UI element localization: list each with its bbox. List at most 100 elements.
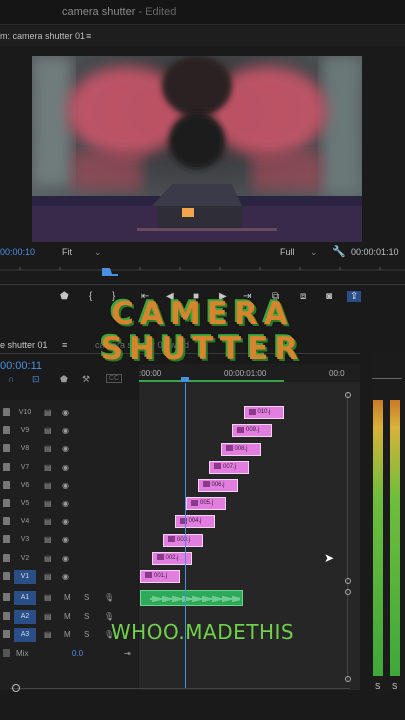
eye-icon[interactable]: ◉ (62, 444, 69, 453)
video-track-header[interactable]: V7 ▤ ◉ (0, 459, 138, 477)
sync-lock-icon[interactable]: ▤ (44, 408, 52, 417)
monitor-controls: 00:00:10 Fit ⌄ Full ⌄ 🔧 00:00:01:10 (0, 244, 405, 260)
solo-left-label[interactable]: S (375, 682, 380, 691)
lock-icon[interactable] (3, 611, 10, 620)
clip-label: 009.j (246, 427, 260, 434)
eye-icon[interactable]: ◉ (62, 499, 69, 508)
lock-icon[interactable] (3, 535, 10, 544)
monitor-time-ruler[interactable] (0, 264, 405, 278)
mix-volume[interactable]: 0.0 (72, 649, 83, 658)
lock-icon[interactable] (3, 426, 10, 435)
track-label[interactable]: V5 (14, 497, 36, 511)
go-to-end-icon[interactable]: ⇥ (124, 649, 131, 658)
track-label[interactable]: V9 (14, 424, 36, 438)
sync-lock-icon[interactable]: ▤ (44, 444, 52, 453)
track-label[interactable]: V2 (14, 552, 36, 566)
lock-icon[interactable] (3, 408, 10, 416)
track-label[interactable]: V1 (14, 569, 36, 584)
linked-selection-icon[interactable]: ⊡ (32, 374, 40, 385)
track-label[interactable]: V6 (14, 479, 36, 493)
video-clip[interactable]: 003.j (163, 533, 203, 547)
sync-lock-icon[interactable]: ▤ (44, 481, 52, 490)
mute-button[interactable]: M (64, 593, 71, 602)
track-label[interactable]: V8 (14, 442, 36, 456)
eye-icon[interactable]: ◉ (62, 535, 69, 544)
lock-icon[interactable] (3, 462, 10, 471)
sync-lock-icon[interactable]: ▤ (44, 572, 52, 581)
lock-icon[interactable] (3, 480, 10, 489)
panel-menu-icon[interactable]: ≡ (86, 31, 91, 41)
video-clip[interactable]: 008.j (220, 442, 261, 456)
eye-icon[interactable]: ◉ (62, 517, 69, 526)
track-label[interactable]: V10 (14, 406, 36, 420)
lock-icon[interactable] (3, 553, 10, 562)
playhead-timecode[interactable]: 00:00:10 (0, 247, 35, 257)
lock-icon[interactable] (3, 649, 10, 657)
sync-lock-icon[interactable]: ▤ (44, 535, 52, 544)
eye-icon[interactable]: ◉ (62, 572, 69, 581)
program-monitor-header: m: camera shutter 01 ≡ (0, 26, 405, 46)
sync-lock-icon[interactable]: ▤ (44, 499, 52, 508)
video-track-header[interactable]: V1 ▤ ◉ (0, 568, 138, 586)
solo-button[interactable]: S (84, 593, 89, 602)
fx-badge-icon (248, 408, 256, 415)
snap-icon[interactable]: ∩ (8, 374, 14, 384)
captions-icon[interactable]: CC (106, 374, 123, 383)
wrench-icon[interactable]: 🔧 (332, 245, 346, 258)
microphone-icon[interactable]: 🎙 (104, 593, 114, 602)
lock-icon[interactable] (3, 593, 10, 601)
timeline-tools: ∩ ⊡ ⬟ ⚒ CC (0, 374, 138, 388)
add-marker-icon[interactable]: ⬟ (60, 374, 68, 385)
zoom-select[interactable]: Fit (62, 247, 72, 257)
timeline-ruler[interactable]: :00:00 00:00:01:00 00:0 (139, 364, 360, 384)
sync-lock-icon[interactable]: ▤ (44, 463, 52, 472)
eye-icon[interactable]: ◉ (62, 463, 69, 472)
program-video-frame[interactable] (32, 56, 362, 242)
playhead-marker (102, 268, 118, 276)
lock-icon[interactable] (3, 571, 10, 580)
video-clip[interactable]: 010.j (243, 406, 284, 420)
audio-track-header[interactable]: A1 ▤ M S 🎙 (0, 589, 138, 607)
video-track-header[interactable]: V10 ▤ ◉ (0, 404, 138, 422)
sync-lock-icon[interactable]: ▤ (44, 517, 52, 526)
track-label[interactable]: A1 (14, 591, 36, 605)
horizontal-scrollbar[interactable] (10, 684, 350, 692)
video-track-header[interactable]: V2 ▤ ◉ (0, 550, 138, 568)
fx-badge-icon (168, 536, 175, 543)
lock-icon[interactable] (3, 499, 10, 507)
track-label[interactable]: V3 (14, 533, 36, 547)
sync-lock-icon[interactable]: ▤ (44, 426, 52, 435)
video-track-header[interactable]: V6 ▤ ◉ (0, 477, 138, 495)
chevron-down-icon[interactable]: ⌄ (94, 247, 102, 258)
eye-icon[interactable]: ◉ (62, 408, 69, 417)
ruler-label: 00:00:01:00 (224, 369, 267, 378)
video-clip[interactable]: 006.j (197, 479, 238, 492)
divider (0, 24, 405, 25)
eye-icon[interactable]: ◉ (62, 426, 69, 435)
video-clip[interactable]: 001.j (140, 570, 180, 583)
resolution-select[interactable]: Full (280, 247, 295, 257)
sync-lock-icon[interactable]: ▤ (44, 554, 52, 563)
video-clip[interactable]: 007.j (209, 460, 249, 474)
track-label[interactable]: V4 (14, 515, 36, 529)
chevron-down-icon[interactable]: ⌄ (310, 247, 318, 258)
video-track-header[interactable]: V8 ▤ ◉ (0, 440, 138, 458)
video-clip[interactable]: 009.j (232, 424, 272, 438)
video-clip[interactable]: 004.j (174, 515, 215, 529)
program-monitor-tab[interactable]: m: camera shutter 01 (0, 31, 85, 41)
eye-icon[interactable]: ◉ (62, 481, 69, 490)
video-track-header[interactable]: V5 ▤ ◉ (0, 495, 138, 513)
audio-clip[interactable] (140, 590, 243, 606)
sync-lock-icon[interactable]: ▤ (44, 593, 52, 602)
lock-icon[interactable] (3, 444, 10, 453)
solo-right-label[interactable]: S (392, 682, 397, 691)
clip-label: 004.j (188, 518, 202, 525)
wrench-icon[interactable]: ⚒ (82, 374, 90, 385)
video-clip[interactable]: 005.j (186, 497, 226, 511)
video-track-header[interactable]: V4 ▤ ◉ (0, 513, 138, 531)
lock-icon[interactable] (3, 517, 10, 526)
video-track-header[interactable]: V3 ▤ ◉ (0, 531, 138, 549)
video-track-header[interactable]: V9 ▤ ◉ (0, 422, 138, 440)
eye-icon[interactable]: ◉ (62, 554, 69, 563)
track-label[interactable]: V7 (14, 461, 36, 475)
